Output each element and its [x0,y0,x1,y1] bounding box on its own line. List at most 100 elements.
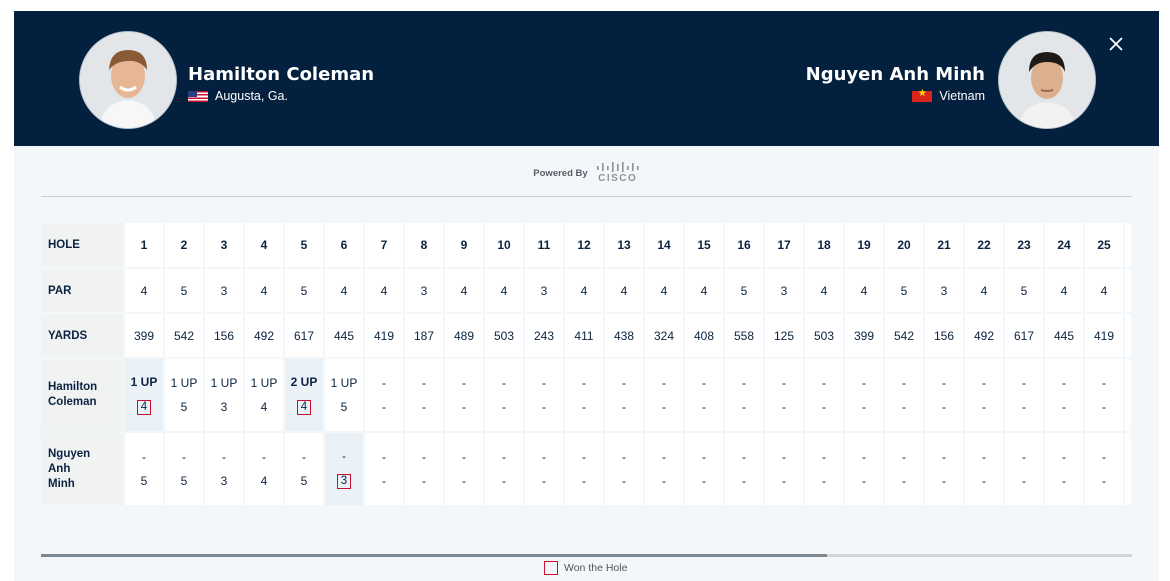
player1-score-wrap: 5 [325,400,363,414]
player2-score-wrap: - [1085,474,1123,488]
yards-value: 419 [365,314,403,357]
player2-match-status: - [862,449,866,464]
yards-value: 243 [525,314,563,357]
player1-hole-cell: -- [885,359,923,431]
par-value: 4 [325,269,363,312]
hole-number: 17 [765,223,803,267]
player1-match-status: 1 UP [250,375,278,390]
player1-match-status: - [1022,375,1026,390]
overflow-column [1125,223,1131,267]
player1-score-wrap: 4 [245,399,283,414]
player1-score: 5 [180,399,188,414]
player1-match-status: - [622,375,626,390]
player1-won-score: 4 [137,399,151,415]
yards-value: 419 [1085,314,1123,357]
yards-value: 408 [685,314,723,357]
player1-score: - [542,399,546,414]
player1-score: - [502,399,506,414]
legend: Won the Hole [544,561,627,575]
yards-value: 492 [965,314,1003,357]
player2-score-wrap: - [525,473,563,488]
player2-score: - [1062,473,1066,488]
par-value: 3 [925,269,963,312]
player2-location: Vietnam [912,88,985,103]
yards-value: 503 [805,314,843,357]
player1-match-status: 1 UP [170,375,198,390]
par-value: 5 [725,269,763,312]
yards-value: 617 [1005,314,1043,357]
close-icon[interactable] [1107,35,1125,53]
player1-name: Hamilton Coleman [188,64,375,85]
player2-match-status: - [1062,449,1066,464]
player1-score: - [902,399,906,414]
player2-score-wrap: - [965,474,1003,488]
player2-score: 5 [300,473,308,488]
player1-score: - [662,399,666,414]
scorecard-table[interactable]: HOLE 1 2 3 4 5 6 7 8 9 10 11 12 13 14 15 16 17 18 19 20 21 22… [41,223,1132,521]
player2-score: - [862,473,866,488]
player1-score: - [742,399,746,414]
hole-number: 2 [165,223,203,267]
player1-score: 4 [260,399,268,414]
player2-score-wrap: 4 [245,473,283,488]
player2-hole-cell: -- [485,433,523,505]
horizontal-scrollbar[interactable] [41,554,1132,557]
par-value: 3 [405,269,443,312]
player2-match-status: - [942,449,946,464]
player2-score-wrap: - [805,473,843,488]
par-value: 4 [245,269,283,312]
player2-match-status: - [582,449,586,464]
player2-score-wrap: 3 [325,473,363,489]
hole-number: 8 [405,223,443,267]
yards-value: 503 [485,314,523,357]
player2-hole-cell: -3 [205,433,243,505]
player2-match-status: - [382,449,386,464]
player1-score-wrap: 3 [205,400,243,414]
player1-score: - [822,399,826,414]
player1-score: - [1022,399,1026,414]
powered-by-label: Powered By [533,167,588,179]
vietnam-flag-icon [912,88,933,102]
won-hole-legend-icon [544,561,558,575]
player2-score: 4 [260,473,268,488]
player2-score: - [542,473,546,488]
overflow-column [1125,359,1131,431]
scrollbar-thumb[interactable] [41,554,827,557]
player1-location: Augusta, Ga. [188,89,288,103]
player1-match-status: - [982,375,986,390]
hole-number: 21 [925,223,963,267]
player1-score: - [462,399,466,414]
player1-match-status: - [542,375,546,390]
player1-score-wrap: - [645,399,683,414]
hole-number: 3 [205,223,243,267]
player2-score: - [822,473,826,488]
player1-score-wrap: - [445,399,483,414]
yards-value: 399 [125,314,163,357]
player2-hole-cell: -- [805,433,843,505]
player1-match-status: - [782,375,786,390]
player1-avatar [79,31,177,129]
par-value: 4 [1045,269,1083,312]
hole-number: 18 [805,223,843,267]
yards-value: 399 [845,314,883,357]
par-value: 4 [365,269,403,312]
player2-match-status: - [782,449,786,464]
player2-match-status: - [142,449,146,464]
player2-hole-cell: -- [885,433,923,505]
player2-match-status: - [622,449,626,464]
player2-score-wrap: - [885,474,923,488]
match-header: Hamilton Coleman Augusta, Ga. Nguyen Anh… [14,11,1159,146]
player1-score: - [942,399,946,414]
hole-number: 11 [525,223,563,267]
par-value: 3 [525,269,563,312]
player1-match-status: - [822,375,826,390]
player2-hole-cell: -- [765,433,803,505]
player1-row-label: Hamilton Coleman [41,359,123,431]
player2-hole-cell: -- [365,433,403,505]
player1-score-wrap: - [565,400,603,414]
player2-hole-cell: -- [605,433,643,505]
player2-match-status: - [302,449,306,464]
player1-score-wrap: - [765,400,803,414]
player1-match-status: - [422,375,426,390]
overflow-column [1125,314,1131,357]
